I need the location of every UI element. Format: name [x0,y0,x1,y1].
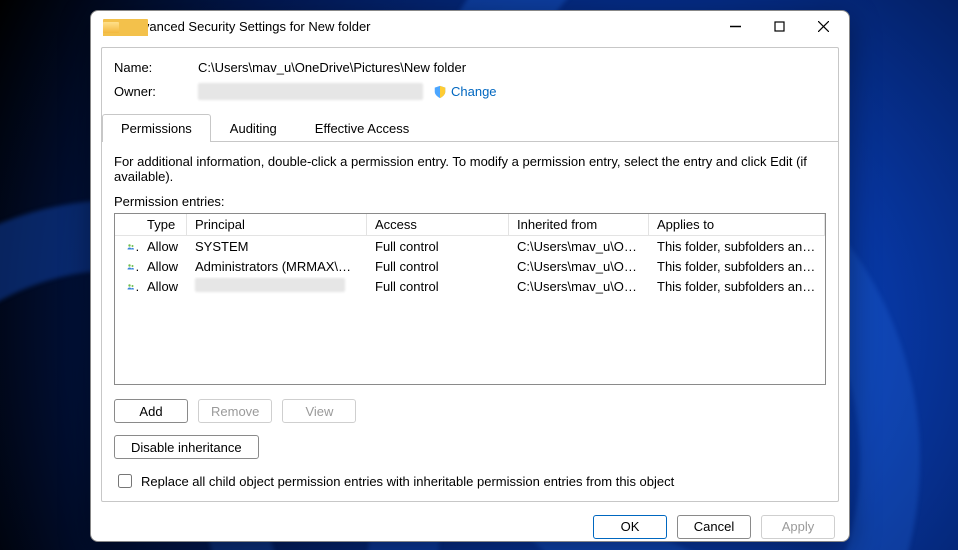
column-inherited-from[interactable]: Inherited from [509,214,649,236]
maximize-button[interactable] [757,11,801,41]
apply-button[interactable]: Apply [761,515,835,539]
replace-child-permissions-label: Replace all child object permission entr… [141,474,674,489]
column-type[interactable]: Type [139,214,187,236]
add-button[interactable]: Add [114,399,188,423]
window-title: Advanced Security Settings for New folde… [127,19,713,34]
tab-effective-access[interactable]: Effective Access [296,114,428,142]
tab-permissions[interactable]: Permissions [102,114,211,142]
cell-inherited-from: C:\Users\mav_u\OneD... [509,238,649,255]
cell-type: Allow [139,238,187,255]
shield-icon [433,85,447,99]
owner-label: Owner: [114,84,198,99]
entries-label: Permission entries: [114,194,826,209]
close-button[interactable] [801,11,845,41]
cell-applies-to: This folder, subfolders and files [649,258,825,275]
people-icon [127,239,135,254]
people-icon [127,259,135,274]
table-row[interactable]: AllowSYSTEMFull controlC:\Users\mav_u\On… [115,236,825,256]
title-bar: Advanced Security Settings for New folde… [91,11,849,41]
view-button[interactable]: View [282,399,356,423]
tab-strip: Permissions Auditing Effective Access [102,114,838,142]
column-principal[interactable]: Principal [187,214,367,236]
cell-applies-to: This folder, subfolders and files [649,238,825,255]
owner-value-redacted [198,83,423,100]
advanced-security-window: Advanced Security Settings for New folde… [90,10,850,542]
content-panel: Name: C:\Users\mav_u\OneDrive\Pictures\N… [101,47,839,502]
disable-inheritance-button[interactable]: Disable inheritance [114,435,259,459]
cell-access: Full control [367,278,509,295]
cell-type: Allow [139,258,187,275]
cancel-button[interactable]: Cancel [677,515,751,539]
change-owner-link[interactable]: Change [451,84,497,99]
name-label: Name: [114,60,198,75]
cell-type: Allow [139,278,187,295]
folder-icon [103,18,119,34]
cell-applies-to: This folder, subfolders and files [649,278,825,295]
desktop-background: Advanced Security Settings for New folde… [0,0,958,550]
name-value: C:\Users\mav_u\OneDrive\Pictures\New fol… [198,60,466,75]
cell-principal: Administrators (MRMAX\Ad... [187,258,367,275]
dialog-footer: OK Cancel Apply [91,512,849,541]
cell-principal: SYSTEM [187,238,367,255]
cell-access: Full control [367,238,509,255]
minimize-button[interactable] [713,11,757,41]
table-row[interactable]: Allow Full controlC:\Users\mav_u\OneD...T… [115,276,825,296]
tab-auditing[interactable]: Auditing [211,114,296,142]
column-applies-to[interactable]: Applies to [649,214,825,236]
people-icon [127,279,135,294]
info-text: For additional information, double-click… [114,154,826,184]
replace-child-permissions-checkbox[interactable] [118,474,132,488]
ok-button[interactable]: OK [593,515,667,539]
cell-access: Full control [367,258,509,275]
table-row[interactable]: AllowAdministrators (MRMAX\Ad...Full con… [115,256,825,276]
cell-inherited-from: C:\Users\mav_u\OneD... [509,258,649,275]
column-access[interactable]: Access [367,214,509,236]
remove-button[interactable]: Remove [198,399,272,423]
permission-entries-grid[interactable]: Type Principal Access Inherited from App… [114,213,826,385]
principal-redacted [195,278,345,292]
cell-inherited-from: C:\Users\mav_u\OneD... [509,278,649,295]
grid-header: Type Principal Access Inherited from App… [115,214,825,236]
